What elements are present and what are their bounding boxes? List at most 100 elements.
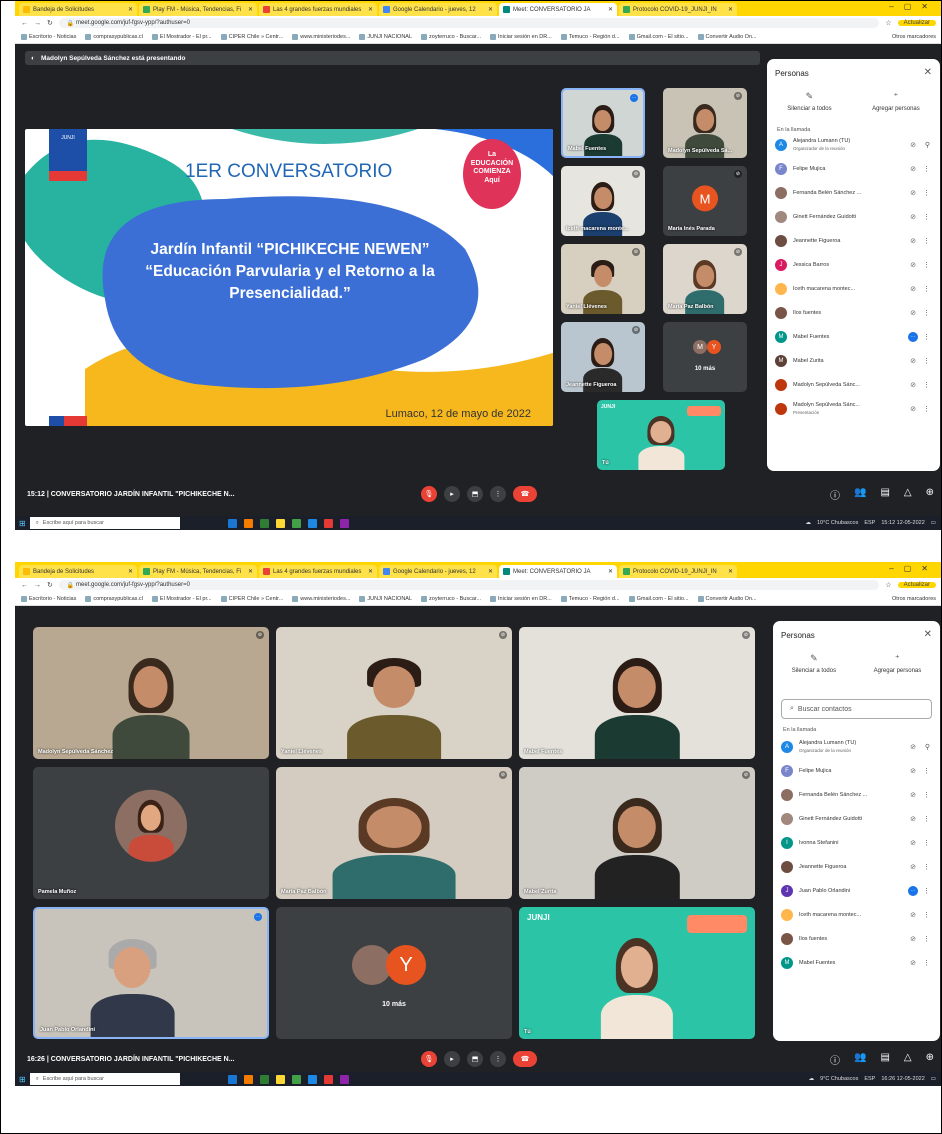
bookmark-item[interactable]: Gmail.com - El sitio... [628,33,689,40]
participant-tile[interactable]: ⋯ Mabel Fuentes [561,88,645,158]
app-icon[interactable] [259,1074,269,1084]
close-icon[interactable]: ✕ [924,67,932,78]
close-tab-icon[interactable]: ✕ [728,6,733,13]
participant-row[interactable]: Jeannette Figueroa ⊘ ⋮ [767,229,940,253]
chat-icon[interactable]: ▤ [880,487,889,502]
notifications-icon[interactable]: ▭ [931,1076,936,1082]
participant-row[interactable]: A Alejandra Lumann (TÚ) Organizador de la … [767,133,940,157]
close-tab-icon[interactable]: ✕ [368,6,373,13]
participant-tile[interactable]: ⊘ Iceth macarena monte... [561,166,645,236]
bookmark-item[interactable]: Temuco - Región d... [560,33,620,40]
participant-tile[interactable]: Pamela Muñoz [33,767,269,899]
taskbar-search[interactable]: ⌕ Escribe aquí para buscar [29,517,180,529]
participant-row[interactable]: M Mabel Zurita ⊘ ⋮ [767,349,940,373]
present-button[interactable]: ⬒ [467,1051,483,1067]
mute-all-button[interactable]: ✎ Silenciar a todos [792,653,836,674]
more-vert-icon[interactable]: ⋮ [923,309,930,317]
app-icon[interactable] [323,1074,333,1084]
bookmark-item[interactable]: www.ministeriodes... [292,595,350,602]
participant-tile[interactable]: ⊘ Mabel Fuentes [519,627,755,759]
mic-off-icon[interactable]: ⊘ [910,309,916,317]
more-vert-icon[interactable]: ⋮ [923,405,930,413]
participant-row[interactable]: Madolyn Sepúlveda Sánc... Presentación ⊘ ⋮ [767,397,940,421]
participant-row[interactable]: Iceth macarena montec... ⊘ ⋮ [773,903,940,927]
mic-off-icon[interactable]: ⊘ [910,935,916,943]
more-vert-icon[interactable]: ⋮ [923,863,930,871]
info-icon[interactable]: ⓘ [830,487,840,502]
close-tab-icon[interactable]: ✕ [728,568,733,575]
more-vert-icon[interactable]: ⋮ [923,887,930,895]
update-button[interactable]: Actualizar [897,582,936,588]
app-icon[interactable] [291,1074,301,1084]
participant-row[interactable]: Ginett Fernández Guidotti ⊘ ⋮ [773,807,940,831]
participant-row[interactable]: M Mabel Fuentes ⋯ ⋮ [767,325,940,349]
participant-row[interactable]: Fernanda Belén Sánchez ... ⊘ ⋮ [773,783,940,807]
participant-tile[interactable]: ⊘ María Paz Balbón [276,767,512,899]
more-vert-icon[interactable]: ⋮ [923,839,930,847]
close-tab-icon[interactable]: ✕ [128,568,133,575]
participant-row[interactable]: F Felipe Mujica ⊘ ⋮ [767,157,940,181]
self-view-tile[interactable]: JUNJI Tú [597,400,725,470]
more-vert-icon[interactable]: ⋮ [923,237,930,245]
forward-icon[interactable]: → [34,582,41,589]
participant-tile[interactable]: ⋯ Juan Pablo Orlandini [33,907,269,1039]
browser-tab[interactable]: Play FM - Música, Tendencias, Fi ✕ [139,565,257,578]
windows-start-icon[interactable]: ⊞ [19,1075,26,1084]
update-button[interactable]: Actualizar [897,20,936,26]
close-tab-icon[interactable]: ✕ [608,6,613,13]
bookmark-item[interactable]: www.ministeriodes... [292,33,350,40]
participant-row[interactable]: Ilos fuentes ⊘ ⋮ [767,301,940,325]
info-icon[interactable]: ⓘ [830,1052,840,1067]
app-icon[interactable] [339,1074,349,1084]
search-contacts-input[interactable]: ⌕ Buscar contactos [781,699,932,719]
app-icon[interactable] [323,518,333,528]
close-tab-icon[interactable]: ✕ [248,568,253,575]
close-tab-icon[interactable]: ✕ [128,6,133,13]
pin-icon[interactable]: ⚲ [925,743,930,751]
mic-off-icon[interactable]: ⊘ [910,189,916,197]
mic-off-icon[interactable]: ⊘ [910,863,916,871]
leave-call-button[interactable]: ☎ [513,486,537,502]
mic-off-icon[interactable]: ⊘ [910,357,916,365]
participant-tile[interactable]: M ⊘ María Inés Parada [663,166,747,236]
more-vert-icon[interactable]: ⋮ [923,911,930,919]
more-vert-icon[interactable]: ⋮ [923,285,930,293]
close-tab-icon[interactable]: ✕ [248,6,253,13]
participant-tile[interactable]: ⊘ Jeannette Figueroa [561,322,645,392]
mic-off-icon[interactable]: ⊘ [910,767,916,775]
pin-icon[interactable]: ⚲ [925,141,930,149]
browser-tab[interactable]: Las 4 grandes fuerzas mundiales ✕ [259,565,377,578]
add-people-button[interactable]: ⁺ Agregar personas [874,653,922,674]
mic-off-icon[interactable]: ⊘ [910,791,916,799]
bookmark-item[interactable]: CIPER Chile » Centr... [220,595,283,602]
more-vert-icon[interactable]: ⋮ [923,381,930,389]
participant-row[interactable]: Iceth macarena montec... ⊘ ⋮ [767,277,940,301]
bookmark-item[interactable]: Convertir Audio On... [697,33,757,40]
add-people-button[interactable]: ⁺ Agregar personas [872,91,920,112]
participant-tile[interactable]: ⊘ Madolyn Sepúlveda Sá... [663,88,747,158]
close-tab-icon[interactable]: ✕ [488,6,493,13]
participant-row[interactable]: J Juan Pablo Orlandini ⋯ ⋮ [773,879,940,903]
mic-off-icon[interactable]: ⊘ [910,743,916,751]
windows-start-icon[interactable]: ⊞ [19,519,26,528]
more-vert-icon[interactable]: ⋮ [923,261,930,269]
people-icon[interactable]: 👥 [854,1052,866,1067]
more-vert-icon[interactable]: ⋮ [923,165,930,173]
more-vert-icon[interactable]: ⋮ [923,189,930,197]
present-button[interactable]: ⬒ [467,486,483,502]
browser-tab[interactable]: Play FM - Música, Tendencias, Fi ✕ [139,3,257,16]
mic-off-icon[interactable]: ⊘ [910,839,916,847]
activities-icon[interactable]: △ [904,487,912,502]
app-icon[interactable] [275,518,285,528]
url-field[interactable]: 🔒 meet.google.com/juf-fgsv-ypp/?authuser… [58,18,880,28]
bookmark-item[interactable]: comprasypublicas.cl [85,595,143,602]
participant-row[interactable]: Ilos fuentes ⊘ ⋮ [773,927,940,951]
forward-icon[interactable]: → [34,20,41,27]
star-icon[interactable]: ☆ [885,19,891,27]
browser-tab[interactable]: Google Calendario - jueves, 12 ✕ [379,3,497,16]
bookmark-item[interactable]: Iniciar sesión en DR... [490,33,552,40]
mic-off-icon[interactable]: ⊘ [910,165,916,173]
bookmark-item[interactable]: JUNJI NACIONAL [359,33,412,40]
app-icon[interactable] [227,1074,237,1084]
participant-row[interactable]: J Jessica Barros ⊘ ⋮ [767,253,940,277]
